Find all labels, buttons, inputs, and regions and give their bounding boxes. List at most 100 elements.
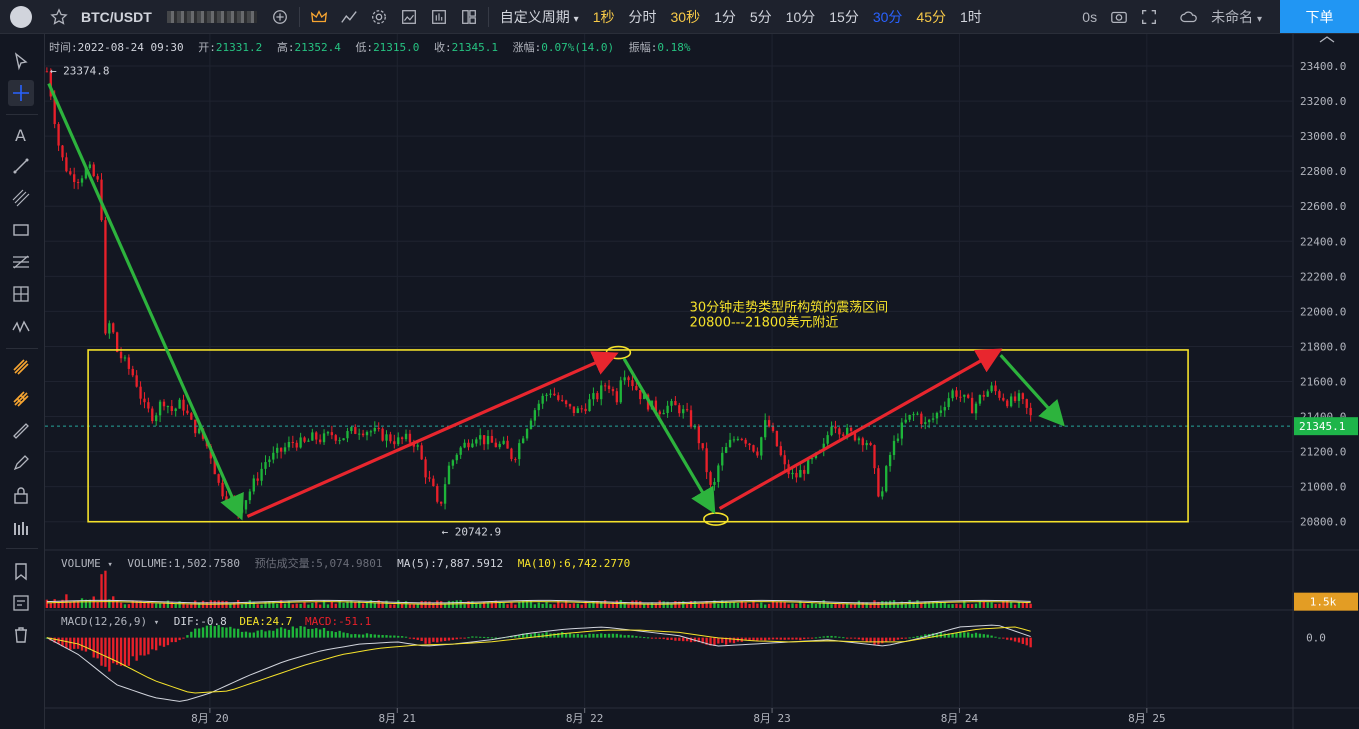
volume-bar — [307, 604, 310, 608]
macd-histogram-bar — [424, 637, 427, 644]
candle-body — [885, 466, 888, 492]
candle-body — [115, 332, 119, 352]
candle-body — [439, 501, 443, 504]
macd-histogram-bar — [627, 634, 630, 638]
volume-bar — [662, 601, 665, 608]
macd-histogram-bar — [912, 636, 915, 638]
macd-histogram-bar — [350, 634, 353, 638]
candle-body — [506, 440, 509, 449]
candle-body — [927, 419, 931, 423]
candle-body — [584, 408, 587, 412]
candle-body — [521, 438, 525, 444]
candle-body — [287, 441, 291, 448]
candle-body — [225, 496, 228, 504]
macd-histogram-bar — [276, 628, 279, 638]
volume-bar — [123, 604, 127, 608]
volume-bar — [838, 604, 841, 608]
candle-body — [728, 439, 732, 448]
highlight-circle — [703, 512, 729, 526]
macd-histogram-bar — [322, 627, 326, 638]
candle-body — [838, 428, 841, 435]
candle-body — [904, 419, 907, 423]
candle-body — [240, 509, 244, 513]
candle-body — [436, 486, 439, 502]
chevron-up-icon[interactable] — [1319, 36, 1335, 43]
amplitude-label: 振幅: — [628, 41, 658, 54]
candle-body — [756, 451, 759, 456]
volume-bar — [295, 603, 298, 608]
candle-body — [553, 393, 556, 396]
macd-hist: MACD:-51.1 — [304, 615, 372, 628]
macd-histogram-bar — [818, 636, 822, 638]
candle-body — [498, 443, 501, 448]
candle-body — [151, 408, 154, 422]
low-marker: ← 20742.9 — [442, 526, 502, 539]
macd-histogram-bar — [428, 637, 431, 644]
volume-bar — [92, 596, 95, 608]
macd-histogram-bar — [65, 637, 68, 649]
macd-histogram-bar — [108, 637, 111, 672]
macd-histogram-bar — [178, 637, 181, 641]
macd-histogram-bar — [619, 634, 622, 638]
volume-bar — [170, 601, 173, 608]
macd-histogram-bar — [80, 637, 84, 651]
candle-body — [545, 394, 548, 396]
volume-bar — [299, 603, 302, 608]
macd-indicator-name[interactable]: MACD(12,26,9) — [61, 615, 147, 628]
macd-histogram-bar — [201, 627, 205, 638]
candle-body — [783, 455, 786, 465]
candle-body — [939, 410, 943, 413]
candle-body — [970, 397, 974, 414]
candle-body — [920, 413, 923, 425]
chevron-down-icon[interactable]: ▾ — [154, 618, 159, 628]
candle-body — [248, 491, 252, 501]
volume-bar — [709, 603, 712, 608]
candle-body — [600, 385, 603, 400]
macd-histogram-bar — [194, 628, 197, 638]
macd-histogram-bar — [104, 637, 107, 667]
volume-bar — [974, 603, 978, 608]
macd-histogram-bar — [342, 632, 345, 638]
macd-histogram-bar — [174, 637, 177, 643]
macd-histogram-bar — [615, 633, 619, 638]
macd-histogram-bar — [467, 637, 470, 639]
trend-arrow-red — [718, 348, 1003, 510]
macd-histogram-bar — [666, 637, 669, 640]
candle-body — [45, 71, 49, 73]
candle-body — [724, 447, 728, 453]
volume-bar — [810, 603, 814, 608]
candle-body — [994, 385, 997, 392]
macd-histogram-bar — [361, 634, 365, 638]
candle-body — [510, 448, 513, 460]
chevron-down-icon[interactable]: ▾ — [107, 560, 112, 570]
candle-body — [400, 437, 404, 440]
candle-body — [268, 459, 271, 463]
macd-histogram-bar — [849, 637, 853, 639]
volume-bar — [834, 603, 837, 608]
candle-body — [354, 427, 357, 434]
volume-bar — [728, 602, 732, 608]
candle-body — [935, 412, 939, 419]
macd-histogram-bar — [264, 631, 267, 638]
candle-body — [955, 390, 958, 397]
macd-histogram-bar — [978, 633, 982, 638]
low-label: 低: — [355, 41, 374, 54]
macd-histogram-bar — [678, 637, 681, 641]
candle-body — [947, 398, 950, 408]
macd-histogram-bar — [1006, 637, 1009, 640]
volume-bar — [576, 603, 579, 608]
macd-histogram-bar — [221, 627, 224, 638]
volume-bar — [685, 604, 689, 608]
macd-histogram-bar — [646, 637, 650, 639]
volume-indicator-name[interactable]: VOLUME — [61, 557, 101, 570]
candle-body — [186, 410, 189, 414]
macd-histogram-bar — [283, 628, 287, 638]
macd-histogram-bar — [412, 637, 416, 640]
volume-bar — [354, 602, 357, 608]
macd-histogram-bar — [385, 635, 388, 638]
macd-legend: MACD(12,26,9) ▾ DIF:-0.8 DEA:24.7 MACD:-… — [61, 615, 371, 628]
volume-bar — [791, 603, 794, 608]
candle-body — [315, 432, 318, 440]
candle-body — [873, 445, 876, 469]
macd-histogram-bar — [369, 634, 373, 638]
